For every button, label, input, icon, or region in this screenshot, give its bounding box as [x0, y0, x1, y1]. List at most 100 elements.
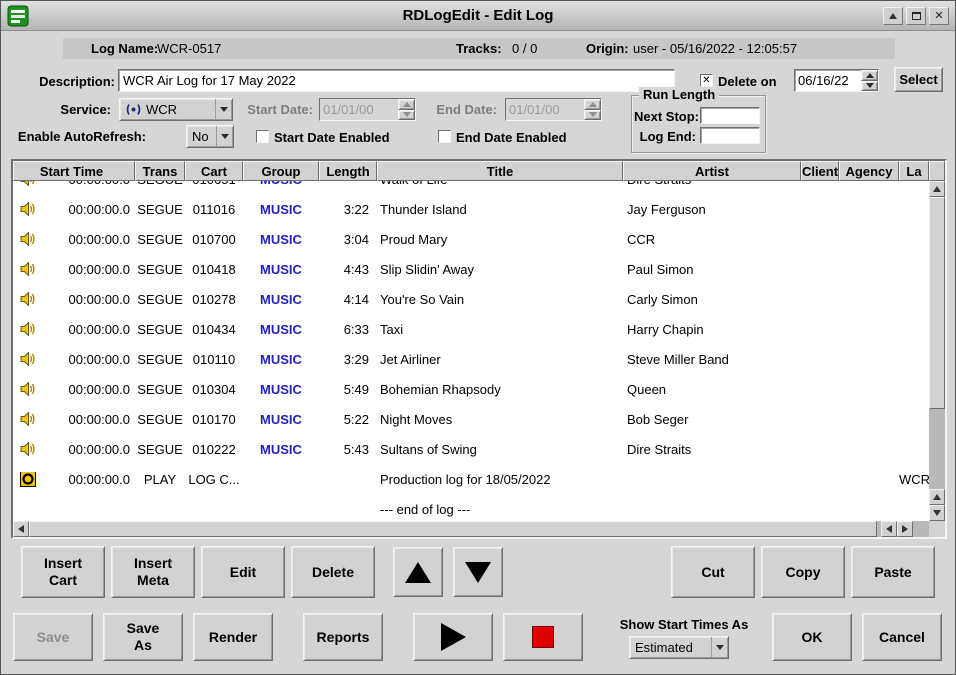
- column-header-artist[interactable]: Artist: [623, 161, 801, 181]
- row-group: MUSIC: [243, 262, 319, 277]
- autorefresh-combo-value: No: [192, 129, 209, 144]
- log-table-viewport: 00:00:00.0 SEGUE 010651 MUSIC Walk of Li…: [13, 181, 929, 521]
- log-row[interactable]: 00:00:00.0 PLAY LOG C... Production log …: [13, 464, 929, 494]
- log-row[interactable]: 00:00:00.0 SEGUE 010170 MUSIC 5:22 Night…: [13, 404, 929, 434]
- horizontal-scroll-thumb[interactable]: [29, 521, 877, 537]
- spin-down-button[interactable]: [861, 81, 878, 92]
- row-trans: SEGUE: [135, 292, 185, 307]
- up-arrow-icon: [933, 494, 941, 500]
- down-arrow-icon: [465, 562, 491, 583]
- column-header-client[interactable]: Client: [801, 161, 839, 181]
- row-start-time: 00:00:00.0: [69, 232, 130, 247]
- paste-button[interactable]: Paste: [851, 546, 935, 598]
- render-button[interactable]: Render: [193, 613, 273, 661]
- log-row[interactable]: 00:00:00.0 SEGUE 010418 MUSIC 4:43 Slip …: [13, 254, 929, 284]
- insert-cart-button[interactable]: Insert Cart: [21, 546, 105, 598]
- row-trans: SEGUE: [135, 352, 185, 367]
- scroll-left-button[interactable]: [13, 521, 29, 537]
- shade-button[interactable]: [883, 7, 903, 25]
- scroll-right-button[interactable]: [897, 521, 913, 537]
- delete-on-checkbox[interactable]: ✕: [700, 74, 713, 87]
- row-artist: Harry Chapin: [623, 322, 801, 337]
- row-title: Jet Airliner: [377, 352, 623, 367]
- play-button[interactable]: [413, 613, 493, 661]
- cut-button[interactable]: Cut: [671, 546, 755, 598]
- scroll-up-button[interactable]: [929, 181, 945, 197]
- scroll-down-button[interactable]: [929, 505, 945, 521]
- column-header-start-time[interactable]: Start Time: [13, 161, 135, 181]
- log-name-value: WCR-0517: [157, 38, 221, 59]
- titlebar[interactable]: RDLogEdit - Edit Log ✕: [1, 1, 955, 31]
- service-combo[interactable]: WCR: [119, 98, 233, 121]
- move-down-button[interactable]: [453, 547, 503, 597]
- audio-cart-icon: [20, 322, 35, 336]
- row-length: 3:04: [319, 232, 377, 247]
- log-row[interactable]: --- end of log ---: [13, 494, 929, 521]
- description-label: Description:: [11, 71, 115, 93]
- column-header-title[interactable]: Title: [377, 161, 623, 181]
- column-header-cart[interactable]: Cart: [185, 161, 243, 181]
- audio-cart-icon: [20, 382, 35, 396]
- column-header-agency[interactable]: Agency: [839, 161, 899, 181]
- vertical-scroll-thumb[interactable]: [929, 197, 945, 409]
- up-arrow-icon: [866, 73, 874, 78]
- log-row[interactable]: 00:00:00.0 SEGUE 010222 MUSIC 5:43 Sulta…: [13, 434, 929, 464]
- chevron-down-icon: [711, 637, 728, 658]
- column-header-trans[interactable]: Trans: [135, 161, 185, 181]
- log-table-header: Start Time Trans Cart Group Length Title…: [13, 161, 945, 181]
- autorefresh-combo[interactable]: No: [186, 125, 234, 148]
- description-input[interactable]: [118, 69, 675, 92]
- row-title: Walk of Life: [377, 181, 623, 187]
- maximize-button[interactable]: [906, 7, 926, 25]
- log-end-label: Log End:: [634, 128, 696, 145]
- spin-up-button[interactable]: [861, 70, 878, 81]
- save-as-button[interactable]: Save As: [103, 613, 183, 661]
- insert-meta-button[interactable]: Insert Meta: [111, 546, 195, 598]
- scroll-left-button-2[interactable]: [881, 521, 897, 537]
- column-header-label[interactable]: La: [899, 161, 929, 181]
- log-row[interactable]: 00:00:00.0 SEGUE 010651 MUSIC Walk of Li…: [13, 181, 929, 194]
- row-title: Thunder Island: [377, 202, 623, 217]
- left-arrow-icon: [886, 525, 892, 533]
- delete-date-input[interactable]: [795, 70, 861, 91]
- row-start-time: 00:00:00.0: [69, 262, 130, 277]
- row-title: Bohemian Rhapsody: [377, 382, 623, 397]
- shade-up-icon: [889, 13, 897, 19]
- start-date-enabled-checkbox[interactable]: [256, 130, 269, 143]
- row-length: 5:43: [319, 442, 377, 457]
- log-row[interactable]: 00:00:00.0 SEGUE 010434 MUSIC 6:33 Taxi …: [13, 314, 929, 344]
- end-date-enabled-checkbox[interactable]: [438, 130, 451, 143]
- log-row[interactable]: 00:00:00.0 SEGUE 010278 MUSIC 4:14 You'r…: [13, 284, 929, 314]
- log-row[interactable]: 00:00:00.0 SEGUE 010110 MUSIC 3:29 Jet A…: [13, 344, 929, 374]
- scroll-up-button-2[interactable]: [929, 489, 945, 505]
- log-row[interactable]: 00:00:00.0 SEGUE 010304 MUSIC 5:49 Bohem…: [13, 374, 929, 404]
- reports-button[interactable]: Reports: [303, 613, 383, 661]
- cancel-button[interactable]: Cancel: [862, 613, 942, 661]
- show-start-times-combo[interactable]: Estimated: [629, 636, 729, 659]
- stop-button[interactable]: [503, 613, 583, 661]
- delete-date-spinbox[interactable]: [794, 69, 879, 92]
- copy-button[interactable]: Copy: [761, 546, 845, 598]
- row-start-time: 00:00:00.0: [69, 442, 130, 457]
- save-button: Save: [13, 613, 93, 661]
- log-row[interactable]: 00:00:00.0 SEGUE 010700 MUSIC 3:04 Proud…: [13, 224, 929, 254]
- row-artist: Dire Straits: [623, 181, 801, 187]
- row-trans: SEGUE: [135, 322, 185, 337]
- window-title: RDLogEdit - Edit Log: [1, 7, 955, 24]
- log-row[interactable]: 00:00:00.0 SEGUE 011016 MUSIC 3:22 Thund…: [13, 194, 929, 224]
- row-length: 3:29: [319, 352, 377, 367]
- move-up-button[interactable]: [393, 547, 443, 597]
- close-button[interactable]: ✕: [929, 7, 949, 25]
- ok-button[interactable]: OK: [772, 613, 852, 661]
- edit-button[interactable]: Edit: [201, 546, 285, 598]
- horizontal-scrollbar[interactable]: [13, 521, 929, 537]
- start-date-spinbox: [319, 98, 416, 121]
- select-log-date-button[interactable]: Select: [894, 67, 943, 92]
- up-arrow-icon: [405, 562, 431, 583]
- delete-button[interactable]: Delete: [291, 546, 375, 598]
- column-header-group[interactable]: Group: [243, 161, 319, 181]
- column-header-length[interactable]: Length: [319, 161, 377, 181]
- row-trans: PLAY: [135, 472, 185, 487]
- vertical-scrollbar[interactable]: [929, 181, 945, 521]
- row-title: Taxi: [377, 322, 623, 337]
